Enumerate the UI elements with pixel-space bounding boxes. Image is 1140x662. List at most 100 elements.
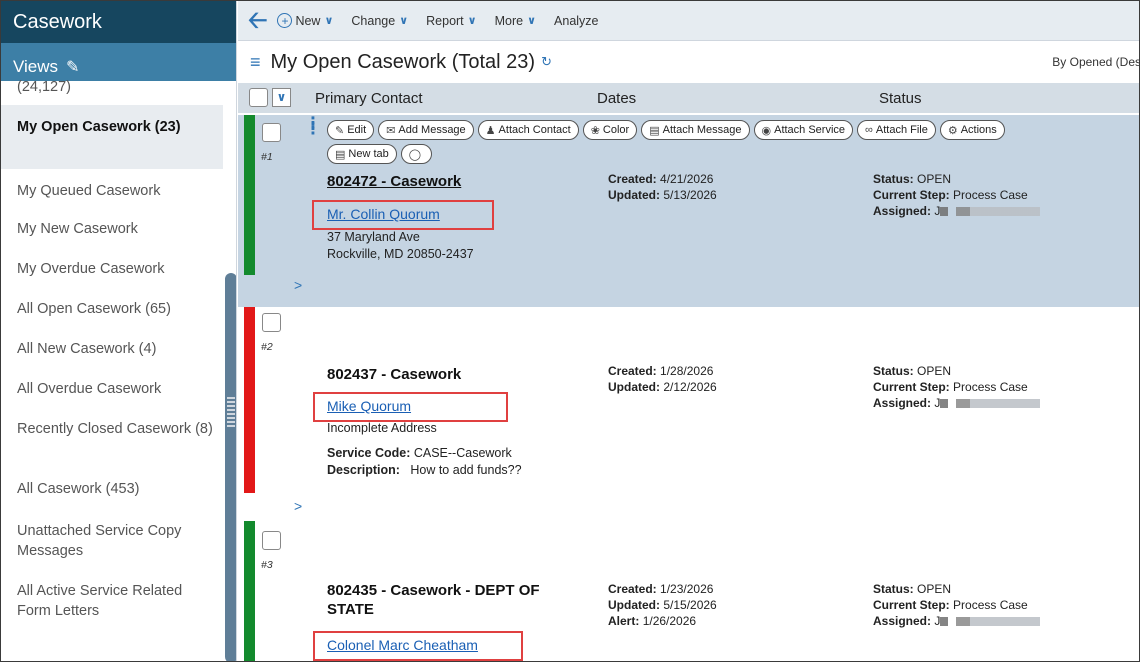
person-icon: ♟: [485, 124, 496, 137]
sidebar-item-all-overdue[interactable]: All Overdue Casework: [1, 369, 223, 409]
case-title[interactable]: 802472 - Casework: [327, 173, 461, 190]
analyze-button[interactable]: Analyze: [554, 14, 598, 28]
created-value: 1/28/2026: [660, 364, 714, 378]
case-title-line-2: STATE: [327, 601, 374, 618]
row-checkbox[interactable]: [262, 313, 281, 332]
chevron-down-icon[interactable]: ∨: [272, 88, 291, 107]
edit-button[interactable]: ✎ Edit: [327, 120, 375, 140]
page-title: My Open Casework (Total 23): [270, 50, 536, 73]
table-row[interactable]: #2 802437 - Casework Mike Quorum Incompl…: [238, 307, 1139, 521]
refresh-icon[interactable]: ↻: [541, 54, 552, 70]
attach-service-button[interactable]: ◉ Attach Service: [753, 120, 854, 140]
sidebar-item-unattached-service[interactable]: Unattached Service Copy Messages: [1, 511, 223, 573]
expand-icon[interactable]: >: [294, 498, 302, 514]
status-cell: Status: OPEN Current Step: Process Case …: [873, 171, 1041, 219]
contact-link[interactable]: Colonel Marc Cheatham: [327, 637, 478, 653]
chevron-down-icon: ∨: [527, 15, 537, 27]
table-row[interactable]: #3 802435 - Casework - DEPT OF STATE Col…: [238, 521, 1139, 661]
created-label: Created:: [608, 172, 657, 186]
color-button[interactable]: ❀ Color: [582, 120, 638, 140]
service-icon: ◉: [761, 124, 772, 137]
attach-service-label: Attach Service: [774, 124, 846, 136]
report-button[interactable]: Report ∨: [426, 14, 476, 28]
edit-label: Edit: [347, 124, 367, 136]
select-all-checkbox[interactable]: [249, 88, 268, 107]
change-button[interactable]: Change ∨: [351, 14, 408, 28]
sidebar-item-my-new[interactable]: My New Casework: [1, 209, 223, 249]
current-step-label: Current Step:: [873, 188, 950, 202]
chevron-down-icon: ∨: [467, 15, 477, 27]
attach-file-button[interactable]: ∞ Attach File: [857, 120, 936, 140]
case-title[interactable]: 802435 - Casework - DEPT OF STATE: [327, 581, 540, 619]
status-label: Status:: [873, 172, 914, 186]
contact-link[interactable]: Mike Quorum: [327, 398, 411, 414]
created-label: Created:: [608, 582, 657, 596]
new-tab-button[interactable]: ▤ New tab: [327, 144, 397, 164]
column-primary-contact[interactable]: Primary Contact: [315, 90, 423, 107]
app-title: Casework: [1, 1, 236, 43]
status-cell: Status: OPEN Current Step: Process Case …: [873, 581, 1041, 629]
redacted-name: [940, 617, 1041, 627]
contact-address: Incomplete Address: [327, 421, 437, 435]
updated-label: Updated:: [608, 380, 660, 394]
sidebar-item-my-open-casework[interactable]: My Open Casework (23): [1, 105, 223, 169]
attach-message-label: Attach Message: [662, 124, 742, 136]
description-label: Description:: [327, 463, 400, 477]
color-flag: [244, 307, 255, 493]
main-panel: 🡠 + New ∨ Change ∨ Report ∨ More ∨ Analyze ≡ …: [238, 1, 1139, 661]
hamburger-menu-icon[interactable]: ≡: [250, 52, 261, 73]
current-step-label: Current Step:: [873, 598, 950, 612]
row-checkbox[interactable]: [262, 531, 281, 550]
more-button[interactable]: More ∨: [495, 14, 536, 28]
sidebar-item-form-letters[interactable]: All Active Service Related Form Letters: [1, 573, 223, 625]
dates-cell: Created: 1/28/2026 Updated: 2/12/2026: [608, 363, 717, 395]
attach-contact-button[interactable]: ♟ Attach Contact: [477, 120, 579, 140]
table-row[interactable]: #1 ⋮ ⋮ ✎ Edit ✉ Add Message ♟ Attach Contact…: [238, 115, 1139, 307]
description-value: How to add funds??: [410, 463, 522, 477]
address-line-1: 37 Maryland Ave: [327, 230, 420, 244]
resize-grip[interactable]: [227, 397, 235, 429]
case-title-line-1: 802435 - Casework - DEPT OF: [327, 582, 540, 599]
analyze-label: Analyze: [554, 13, 599, 28]
attach-message-button[interactable]: ▤ Attach Message: [641, 120, 750, 140]
envelope-icon: ✉: [386, 124, 396, 137]
sidebar-item-total[interactable]: (24,127): [1, 69, 223, 97]
chevron-down-icon: ∨: [324, 15, 334, 27]
service-details: Service Code: CASE--Casework Description…: [327, 445, 522, 479]
status-value: OPEN: [917, 582, 952, 596]
attach-file-label: Attach File: [875, 124, 928, 136]
app-frame: Casework Views ✎ (24,127) My Open Casewo…: [0, 0, 1140, 662]
add-message-button[interactable]: ✉ Add Message: [378, 120, 474, 140]
plus-icon: +: [277, 13, 293, 28]
list-title-bar: ≡ My Open Casework (Total 23) ↻ By Opene…: [238, 41, 1139, 83]
tag-button[interactable]: ◯: [400, 144, 433, 164]
sidebar-item-recently-closed[interactable]: Recently Closed Casework (8): [1, 409, 223, 471]
sort-label[interactable]: By Opened (Des: [1052, 55, 1139, 69]
assigned-label: Assigned:: [873, 396, 932, 410]
contact-link[interactable]: Mr. Collin Quorum: [327, 206, 440, 222]
created-value: 4/21/2026: [660, 172, 714, 186]
sidebar-item-all-new[interactable]: All New Casework (4): [1, 329, 223, 369]
back-arrow-icon[interactable]: 🡠: [248, 8, 267, 33]
row-menu-icon[interactable]: ⋮ ⋮: [305, 116, 321, 138]
service-code-value: CASE--Casework: [413, 446, 512, 460]
action-bar-secondary: ▤ New tab ◯: [327, 144, 436, 164]
sidebar-scrollbar[interactable]: [225, 273, 236, 661]
palette-icon: ❀: [590, 124, 600, 137]
row-checkbox[interactable]: [262, 123, 281, 142]
dates-cell: Created: 4/21/2026 Updated: 5/13/2026: [608, 171, 717, 203]
more-label: More: [494, 13, 524, 28]
expand-icon[interactable]: >: [294, 277, 302, 293]
column-status[interactable]: Status: [879, 90, 922, 107]
color-label: Color: [602, 124, 630, 136]
current-step-value: Process Case: [953, 598, 1028, 612]
case-title[interactable]: 802437 - Casework: [327, 366, 461, 383]
sidebar-item-my-queued[interactable]: My Queued Casework: [1, 169, 223, 209]
sidebar-item-all-casework[interactable]: All Casework (453): [1, 471, 223, 511]
actions-button[interactable]: ⚙ Actions: [939, 120, 1005, 140]
tag-icon: ◯: [408, 148, 422, 161]
sidebar-item-my-overdue[interactable]: My Overdue Casework: [1, 249, 223, 289]
sidebar-item-all-open[interactable]: All Open Casework (65): [1, 289, 223, 329]
column-dates[interactable]: Dates: [597, 90, 636, 107]
new-button[interactable]: + New ∨: [277, 13, 333, 28]
